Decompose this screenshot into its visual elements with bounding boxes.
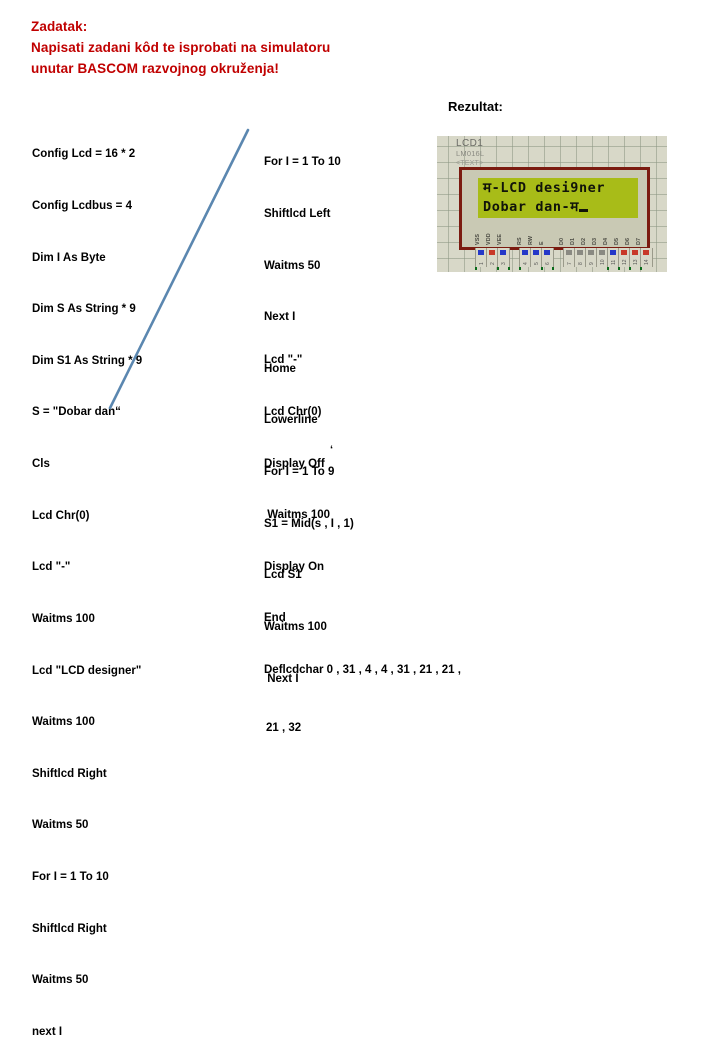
pin-label: D7 xyxy=(636,237,642,245)
code-line-last: 21 , 32 xyxy=(266,721,302,734)
lcd-cursor-icon xyxy=(578,209,588,212)
pin-label: D0 xyxy=(559,237,565,245)
pin-label: VEE xyxy=(497,233,503,245)
pin-number: 5 xyxy=(533,262,540,265)
stray-apostrophe-mark: ‘ xyxy=(330,444,334,456)
code-line: Dim S As String * 9 xyxy=(32,303,136,316)
pin-number: 8 xyxy=(577,262,584,265)
task-header-line-1: Zadatak: xyxy=(31,19,88,34)
code-line: Waitms 100 xyxy=(264,509,331,522)
code-line: For I = 1 To 10 xyxy=(264,156,341,169)
result-label: Rezultat: xyxy=(448,99,503,114)
pin-number: 14 xyxy=(643,259,650,265)
lcd-pin[interactable]: 14 xyxy=(640,248,653,267)
code-line: Shiftlcd Right xyxy=(32,922,107,935)
code-line: Shiftlcd Left xyxy=(264,208,331,221)
pin-number: 10 xyxy=(599,259,606,265)
lcd-simulator-figure: LCD1 LM016L <TEXT> म-LCD desi9ner Dobar … xyxy=(437,136,667,272)
lcd-pin[interactable]: 3 xyxy=(497,248,510,267)
pin-number: 2 xyxy=(489,262,496,265)
task-header-line-2: Napisati zadani kôd te isprobati na simu… xyxy=(31,40,331,55)
code-block-middle-lower: Lcd "-" Lcd Chr(0) Display Off Waitms 10… xyxy=(264,318,494,754)
pin-label: RW xyxy=(528,235,534,245)
pin-label: D5 xyxy=(614,237,620,245)
code-line: Waitms 50 xyxy=(32,819,89,832)
pin-label: VSS xyxy=(475,233,481,245)
code-line: Lcd Chr(0) xyxy=(264,406,322,419)
pin-number: 13 xyxy=(632,259,639,265)
pin-label: RS xyxy=(517,237,523,245)
pin-number: 4 xyxy=(522,262,529,265)
pin-number: 7 xyxy=(566,262,573,265)
code-line: Display On xyxy=(264,560,325,573)
task-header: Zadatak: Napisati zadani kôd te isprobat… xyxy=(31,16,591,79)
code-line: Config Lcd = 16 * 2 xyxy=(32,148,136,161)
lcd-screen-line-2-wrapper: Dobar dan-म xyxy=(478,198,638,217)
code-line: Dim I As Byte xyxy=(32,251,106,264)
lcd-screen: म-LCD desi9ner Dobar dan-म xyxy=(478,178,638,218)
code-line: Waitms 100 xyxy=(32,716,95,729)
code-line: S = "Dobar dan“ xyxy=(32,406,121,419)
code-block-left: Config Lcd = 16 * 2 Config Lcdbus = 4 Di… xyxy=(32,112,232,1058)
lcd-pin-connector-strip: 1 2 3 4 5 6 7 8 9 10 11 12 13 14 xyxy=(459,248,653,270)
code-line: End xyxy=(264,612,286,625)
lcd-pin[interactable]: 6 xyxy=(541,248,554,267)
code-line: For I = 1 To 10 xyxy=(32,870,109,883)
code-line: Lcd "LCD designer" xyxy=(32,664,142,677)
pin-number: 9 xyxy=(588,262,595,265)
pin-label: E xyxy=(539,241,545,245)
pin-label: VDD xyxy=(486,233,492,245)
lcd-screen-line-1: म-LCD desi9ner xyxy=(483,180,606,196)
pin-number: 6 xyxy=(544,262,551,265)
pin-number: 1 xyxy=(478,262,485,265)
lcd-component-labels: LCD1 LM016L <TEXT> xyxy=(456,138,485,168)
code-line: Dim S1 As String * 9 xyxy=(32,354,143,367)
code-line: Waitms 50 xyxy=(32,974,89,987)
code-line: Lcd "-" xyxy=(32,561,71,574)
code-line: Deflcdchar 0 , 31 , 4 , 4 , 31 , 21 , 21… xyxy=(264,664,461,677)
pin-label: D4 xyxy=(603,237,609,245)
lcd-module-body: म-LCD desi9ner Dobar dan-म VSS VDD VEE R… xyxy=(459,167,650,250)
lcd-screen-line-2: Dobar dan-म xyxy=(483,199,579,215)
code-line: Cls xyxy=(32,458,50,471)
lcd-pin-label-strip: VSS VDD VEE RS RW E D0 D1 D2 D3 D4 D5 D6… xyxy=(475,219,650,245)
code-line: Shiftlcd Right xyxy=(32,767,107,780)
pin-label: D3 xyxy=(592,237,598,245)
code-line: next I xyxy=(32,1025,63,1038)
code-line: Display Off xyxy=(264,457,325,470)
task-header-line-3: unutar BASCOM razvojnog okruženja! xyxy=(31,61,279,76)
code-line: Lcd Chr(0) xyxy=(32,509,90,522)
code-line: Waitms 100 xyxy=(32,612,95,625)
pin-label: D6 xyxy=(625,237,631,245)
code-line: Waitms 50 xyxy=(264,259,321,272)
code-line: Lcd "-" xyxy=(264,354,303,367)
pin-number: 3 xyxy=(500,262,507,265)
pin-number: 12 xyxy=(621,259,628,265)
pin-label: D1 xyxy=(570,237,576,245)
lcd-component-id: LCD1 xyxy=(456,138,484,149)
code-line: Config Lcdbus = 4 xyxy=(32,200,132,213)
lcd-component-model: LM016L xyxy=(456,149,485,158)
pin-label: D2 xyxy=(581,237,587,245)
pin-number: 11 xyxy=(610,259,617,265)
